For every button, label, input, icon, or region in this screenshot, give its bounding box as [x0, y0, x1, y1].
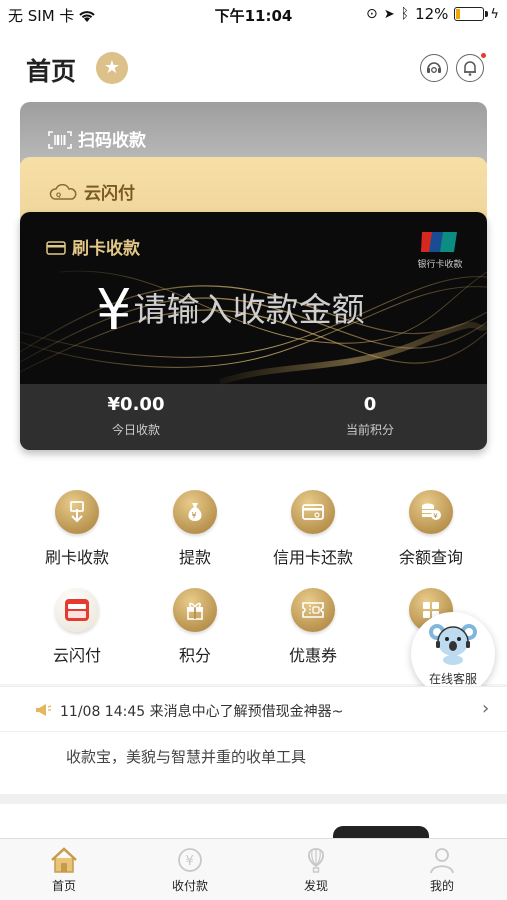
stat-label: 今日收款 — [111, 423, 160, 437]
cloud-quickpass-icon: Q — [49, 184, 77, 200]
card-stack: 扫码收款 Q 云闪付 刷卡收款 银行卡收款 ¥请输入收款金额 ¥0.00 今日收… — [0, 100, 507, 470]
grid-item-label: 余额查询 — [398, 548, 463, 567]
coupon-icon — [291, 588, 335, 632]
grid-item-credit-repay[interactable]: 信用卡还款 — [258, 490, 368, 568]
swipe-card-label: 刷卡收款 — [72, 239, 140, 259]
battery-icon — [454, 7, 489, 21]
charging-icon: ϟ — [490, 6, 499, 22]
barcode-icon — [48, 131, 72, 149]
status-bar: 无 SIM 卡 下午11:04 ⊙ ➤ ᛒ 12% ϟ — [0, 0, 507, 30]
swipe-card-panel[interactable]: 刷卡收款 银行卡收款 ¥请输入收款金额 ¥0.00 今日收款 0 当前积分 — [20, 212, 487, 450]
tab-label: 发现 — [303, 879, 328, 893]
grid-item-coupon[interactable]: 优惠券 — [258, 588, 368, 666]
card-icon — [46, 241, 66, 255]
page-title: 首页 — [26, 57, 77, 86]
online-service-label: 在线客服 — [428, 672, 477, 686]
scan-pay-label-wrap: 扫码收款 — [48, 126, 146, 151]
stat-value: 0 — [363, 394, 377, 415]
location-icon: ➤ — [383, 6, 395, 22]
scan-pay-label: 扫码收款 — [78, 131, 146, 151]
amount-input[interactable]: ¥请输入收款金额 — [96, 278, 365, 343]
lock-rotation-icon: ⊙ — [366, 6, 378, 22]
star-icon[interactable]: ★ — [96, 52, 128, 84]
balloon-icon — [307, 848, 325, 873]
grid-item-quickpass[interactable]: 云闪付 — [22, 588, 132, 666]
battery-percent: 12% — [415, 5, 449, 23]
grid-item-label: 优惠券 — [288, 646, 337, 665]
stat-value: ¥0.00 — [107, 394, 165, 415]
yen-circle-icon: ¥ — [178, 848, 202, 872]
news-ticker[interactable]: 11/08 14:45 来消息中心了解预借现金神器~ › — [0, 686, 507, 732]
tab-discover[interactable]: 发现 — [276, 845, 356, 894]
tab-profile[interactable]: 我的 — [402, 845, 482, 894]
grid-item-swipe-card[interactable]: 刷卡收款 — [22, 490, 132, 568]
tab-label: 我的 — [429, 879, 454, 893]
quickpass-label: 云闪付 — [84, 184, 135, 204]
unionpay-logo-icon — [421, 232, 457, 252]
slogan-text: 收款宝，美貌与智慧并重的收单工具 — [66, 748, 307, 766]
section-divider — [0, 794, 507, 804]
online-service-button[interactable]: 在线客服 — [411, 612, 495, 696]
stat-today-income: ¥0.00 今日收款 — [36, 394, 236, 438]
tab-label: 收付款 — [171, 879, 208, 893]
battery-level — [456, 9, 460, 19]
bluetooth-icon: ᛒ — [400, 6, 410, 22]
koala-mascot-icon — [429, 624, 477, 665]
grid-item-points[interactable]: 积分 — [140, 588, 250, 666]
home-icon — [51, 847, 77, 873]
grid-item-label: 刷卡收款 — [44, 548, 109, 567]
svg-text:¥: ¥ — [433, 512, 438, 520]
gift-icon — [173, 588, 217, 632]
card-down-icon — [55, 490, 99, 534]
swipe-card-title: 刷卡收款 — [46, 234, 140, 259]
person-icon — [430, 848, 454, 874]
grid-item-label: 提款 — [178, 548, 211, 567]
grid-item-label: 云闪付 — [52, 646, 101, 665]
currency-symbol: ¥ — [96, 278, 132, 343]
money-bag-icon: ¥ — [173, 490, 217, 534]
slogan-section: 收款宝，美貌与智慧并重的收单工具 — [0, 732, 507, 794]
notification-dot — [481, 53, 486, 58]
svg-text:Q: Q — [56, 192, 61, 199]
megaphone-icon — [36, 704, 52, 716]
svg-text:¥: ¥ — [186, 854, 194, 869]
chevron-right-icon: › — [482, 698, 490, 719]
credit-card-icon — [291, 490, 335, 534]
status-right: ⊙ ➤ ᛒ 12% ϟ — [366, 5, 499, 23]
grid-item-label: 信用卡还款 — [272, 548, 353, 567]
stat-label: 当前积分 — [345, 423, 394, 437]
bell-icon[interactable] — [456, 53, 486, 82]
tab-label: 首页 — [51, 879, 76, 893]
coins-icon: ¥ — [409, 490, 453, 534]
grid-item-label: 积分 — [178, 646, 211, 665]
quickpass-label-wrap: Q 云闪付 — [48, 179, 135, 204]
stat-points: 0 当前积分 — [270, 394, 470, 438]
customer-service-icon[interactable] — [420, 54, 448, 82]
tab-home[interactable]: 首页 — [24, 845, 104, 894]
quickpass-icon — [55, 588, 99, 632]
svg-text:¥: ¥ — [192, 511, 197, 520]
news-text: 11/08 14:45 来消息中心了解预借现金神器~ — [60, 704, 344, 720]
grid-item-balance[interactable]: ¥ 余额查询 — [376, 490, 486, 568]
unionpay-caption: 银行卡收款 — [417, 260, 463, 270]
grid-item-withdraw[interactable]: ¥ 提款 — [140, 490, 250, 568]
page-header: 首页 ★ — [0, 30, 507, 102]
tab-payments[interactable]: ¥ 收付款 — [150, 845, 230, 894]
amount-placeholder: 请输入收款金额 — [133, 290, 365, 329]
today-stats: ¥0.00 今日收款 0 当前积分 — [20, 384, 487, 450]
bottom-tab-bar: 首页 ¥ 收付款 发现 我的 — [0, 838, 507, 900]
